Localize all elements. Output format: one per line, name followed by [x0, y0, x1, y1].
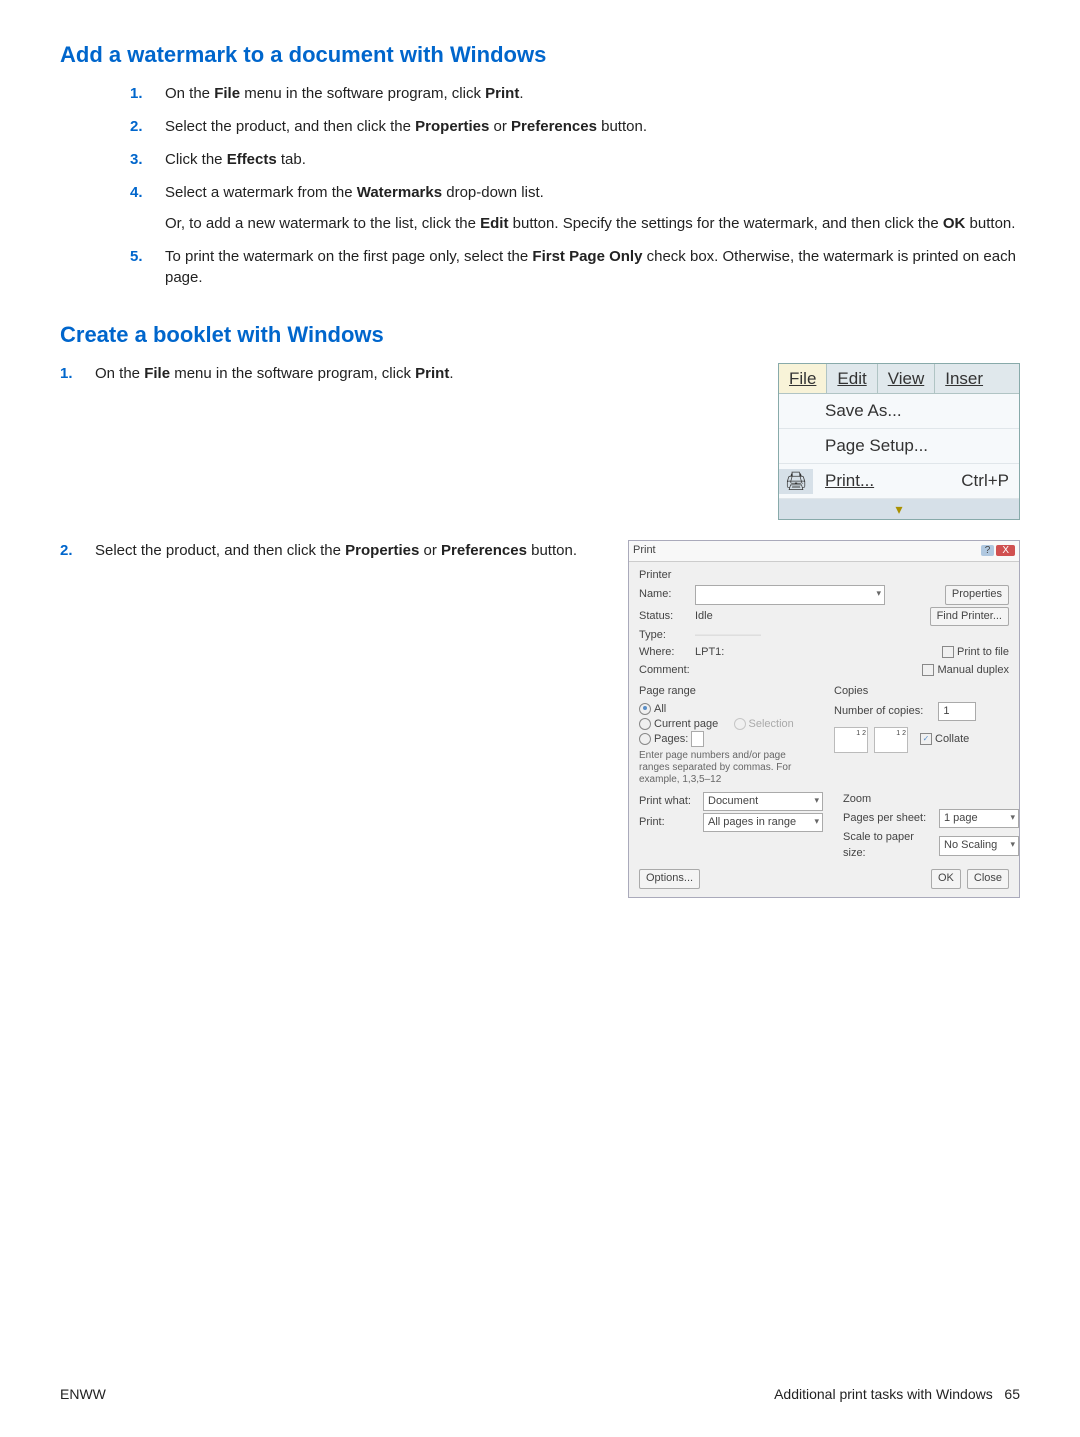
step: 2. Select the product, and then click th… — [130, 116, 1020, 137]
options-button[interactable]: Options... — [639, 869, 700, 888]
page-range-all-radio[interactable] — [639, 703, 651, 715]
printer-group-label: Printer — [639, 568, 1009, 583]
step-number: 2. — [130, 116, 143, 137]
step: 2. Select the product, and then click th… — [60, 540, 598, 561]
section1-steps: 1. On the File menu in the software prog… — [60, 83, 1020, 288]
page-range-pages-radio[interactable] — [639, 733, 651, 745]
collate-preview-icon: 1 2 — [874, 727, 908, 753]
collate-preview-icon: 1 2 — [834, 727, 868, 753]
print-to-file-checkbox[interactable] — [942, 646, 954, 658]
page-range-selection-radio — [734, 718, 746, 730]
step: 5. To print the watermark on the first p… — [130, 246, 1020, 288]
ok-button[interactable]: OK — [931, 869, 961, 888]
step-number: 3. — [130, 149, 143, 170]
section2-title: Create a booklet with Windows — [60, 320, 1020, 351]
pages-input[interactable] — [691, 731, 704, 747]
step: 1. On the File menu in the software prog… — [60, 363, 748, 384]
page-range-current-radio[interactable] — [639, 718, 651, 730]
step-number: 4. — [130, 182, 143, 203]
step-number: 1. — [60, 363, 73, 384]
page-footer: ENWW Additional print tasks with Windows… — [60, 1385, 1020, 1405]
print-shortcut: Ctrl+P — [961, 469, 1019, 493]
print-dialog-screenshot: Print ?X Printer Name: Properties Status… — [628, 540, 1020, 897]
pages-per-sheet-dropdown[interactable]: 1 page — [939, 809, 1019, 828]
print-icon: 🖨 — [779, 469, 813, 494]
step: 1. On the File menu in the software prog… — [130, 83, 1020, 104]
file-menu-screenshot: File Edit View Inser Save As... Page Set… — [778, 363, 1020, 521]
num-copies-input[interactable]: 1 — [938, 702, 976, 721]
menu-insert[interactable]: Inser — [935, 364, 993, 394]
printer-name-dropdown[interactable] — [695, 585, 885, 604]
menu-item-print[interactable]: 🖨 Print... Ctrl+P — [779, 464, 1019, 499]
step-number: 1. — [130, 83, 143, 104]
step-number: 5. — [130, 246, 143, 267]
help-icon[interactable]: ? — [981, 545, 995, 556]
section1-title: Add a watermark to a document with Windo… — [60, 40, 1020, 71]
menu-item-pagesetup[interactable]: Page Setup... — [779, 429, 1019, 464]
print-range-dropdown[interactable]: All pages in range — [703, 813, 823, 832]
scale-dropdown[interactable]: No Scaling — [939, 836, 1019, 855]
footer-left: ENWW — [60, 1385, 106, 1405]
close-button[interactable]: Close — [967, 869, 1009, 888]
find-printer-button[interactable]: Find Printer... — [930, 607, 1009, 626]
footer-right: Additional print tasks with Windows 65 — [774, 1385, 1020, 1405]
step: 4. Select a watermark from the Watermark… — [130, 182, 1020, 234]
properties-button[interactable]: Properties — [945, 585, 1009, 604]
collate-checkbox[interactable] — [920, 733, 932, 745]
manual-duplex-checkbox[interactable] — [922, 664, 934, 676]
menu-expand-icon[interactable]: ▾ — [779, 499, 1019, 519]
menu-view[interactable]: View — [878, 364, 936, 394]
menu-file[interactable]: File — [779, 364, 827, 394]
close-icon[interactable]: X — [996, 545, 1015, 556]
dialog-title: Print — [633, 543, 656, 558]
menu-edit[interactable]: Edit — [827, 364, 877, 394]
step: 3. Click the Effects tab. — [130, 149, 1020, 170]
menu-item-saveas[interactable]: Save As... — [779, 394, 1019, 429]
print-what-dropdown[interactable]: Document — [703, 792, 823, 811]
step-number: 2. — [60, 540, 73, 561]
